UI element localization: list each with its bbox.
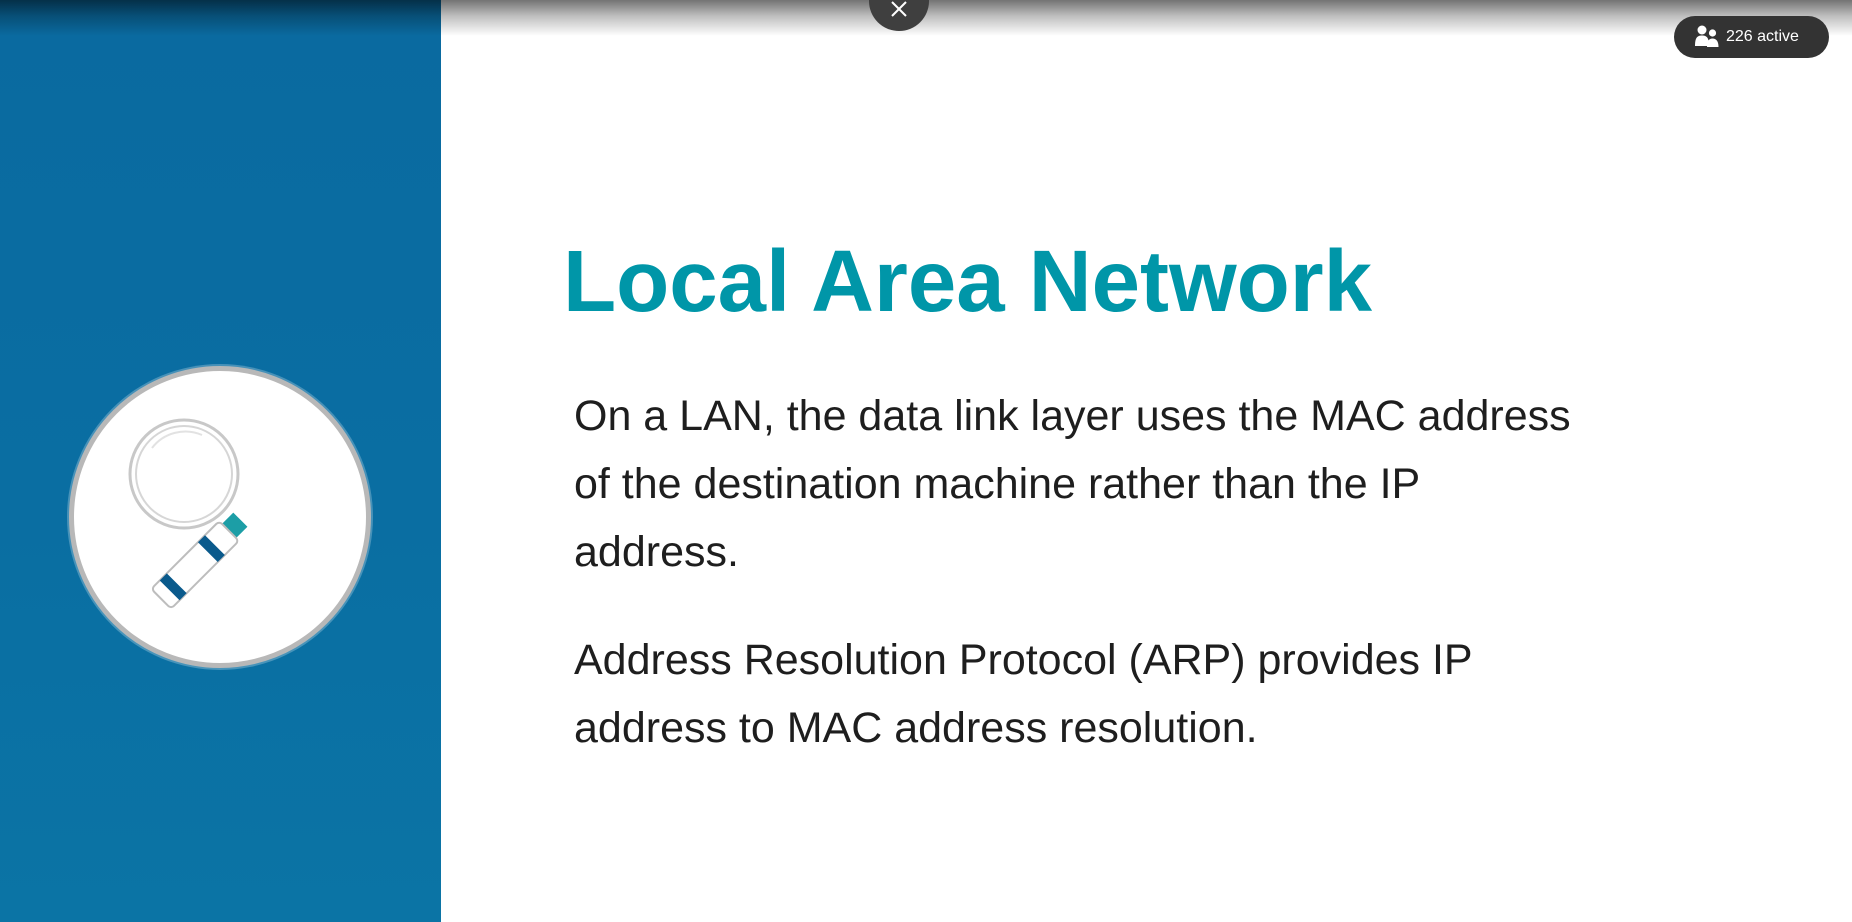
- slide-paragraph-lan: On a LAN, the data link layer uses the M…: [574, 392, 1571, 576]
- active-viewers-badge[interactable]: 226 active: [1674, 16, 1829, 58]
- close-icon: [891, 1, 907, 17]
- active-count-label: 226 active: [1726, 28, 1799, 45]
- slide-paragraph-arp: Address Resolution Protocol (ARP) provid…: [574, 636, 1472, 752]
- people-icon: [1694, 24, 1720, 50]
- slide-side-panel: [0, 0, 441, 922]
- slide-title: Local Area Network: [563, 233, 1373, 330]
- close-button[interactable]: [869, 0, 929, 31]
- magnifier-badge: [69, 366, 371, 668]
- magnifying-glass-icon: [128, 418, 248, 609]
